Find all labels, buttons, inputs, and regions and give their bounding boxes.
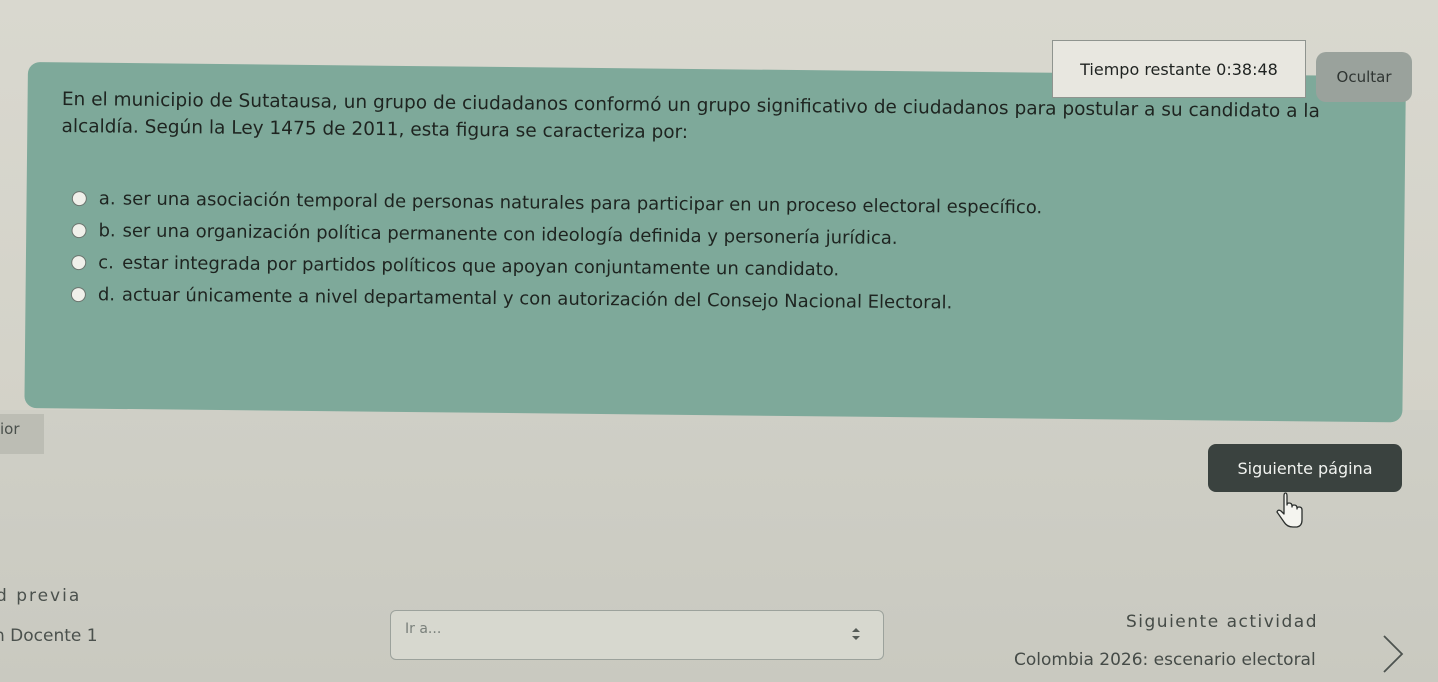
next-page-button[interactable]: Siguiente página <box>1208 444 1402 492</box>
answer-options: a. ser una asociación temporal de person… <box>70 182 1272 322</box>
previous-page-button[interactable]: ior <box>0 414 44 454</box>
option-letter: d. <box>97 283 116 305</box>
chevron-right-icon[interactable] <box>1378 630 1408 678</box>
select-arrows-icon <box>852 628 860 640</box>
next-page-label: Siguiente página <box>1237 458 1373 478</box>
radio-unchecked-icon[interactable] <box>70 286 86 302</box>
option-text: ser una asociación temporal de personas … <box>122 187 1043 218</box>
jump-to-placeholder: Ir a... <box>405 621 442 637</box>
previous-activity-link[interactable]: n Docente 1 <box>0 626 98 646</box>
option-letter: c. <box>98 251 114 273</box>
jump-to-select[interactable]: Ir a... <box>390 610 884 660</box>
option-text: ser una organización política permanente… <box>122 219 898 249</box>
option-letter: b. <box>98 219 116 241</box>
option-letter: a. <box>98 187 116 209</box>
next-activity-label[interactable]: Siguiente actividad <box>1126 612 1318 632</box>
hide-timer-label: Ocultar <box>1336 68 1392 86</box>
radio-unchecked-icon[interactable] <box>71 190 87 206</box>
timer-label: Tiempo restante 0:38:48 <box>1080 59 1278 79</box>
option-text: estar integrada por partidos políticos q… <box>122 251 840 280</box>
previous-page-label: ior <box>0 420 20 438</box>
hand-pointer-icon <box>1276 492 1303 528</box>
radio-unchecked-icon[interactable] <box>71 222 87 238</box>
hide-timer-button[interactable]: Ocultar <box>1316 52 1412 102</box>
timer-display: Tiempo restante 0:38:48 <box>1052 40 1306 98</box>
previous-activity-label[interactable]: d previa <box>0 586 81 606</box>
next-activity-link[interactable]: Colombia 2026: escenario electoral <box>1014 650 1316 670</box>
radio-unchecked-icon[interactable] <box>71 254 87 270</box>
option-text: actuar únicamente a nivel departamental … <box>121 283 953 313</box>
